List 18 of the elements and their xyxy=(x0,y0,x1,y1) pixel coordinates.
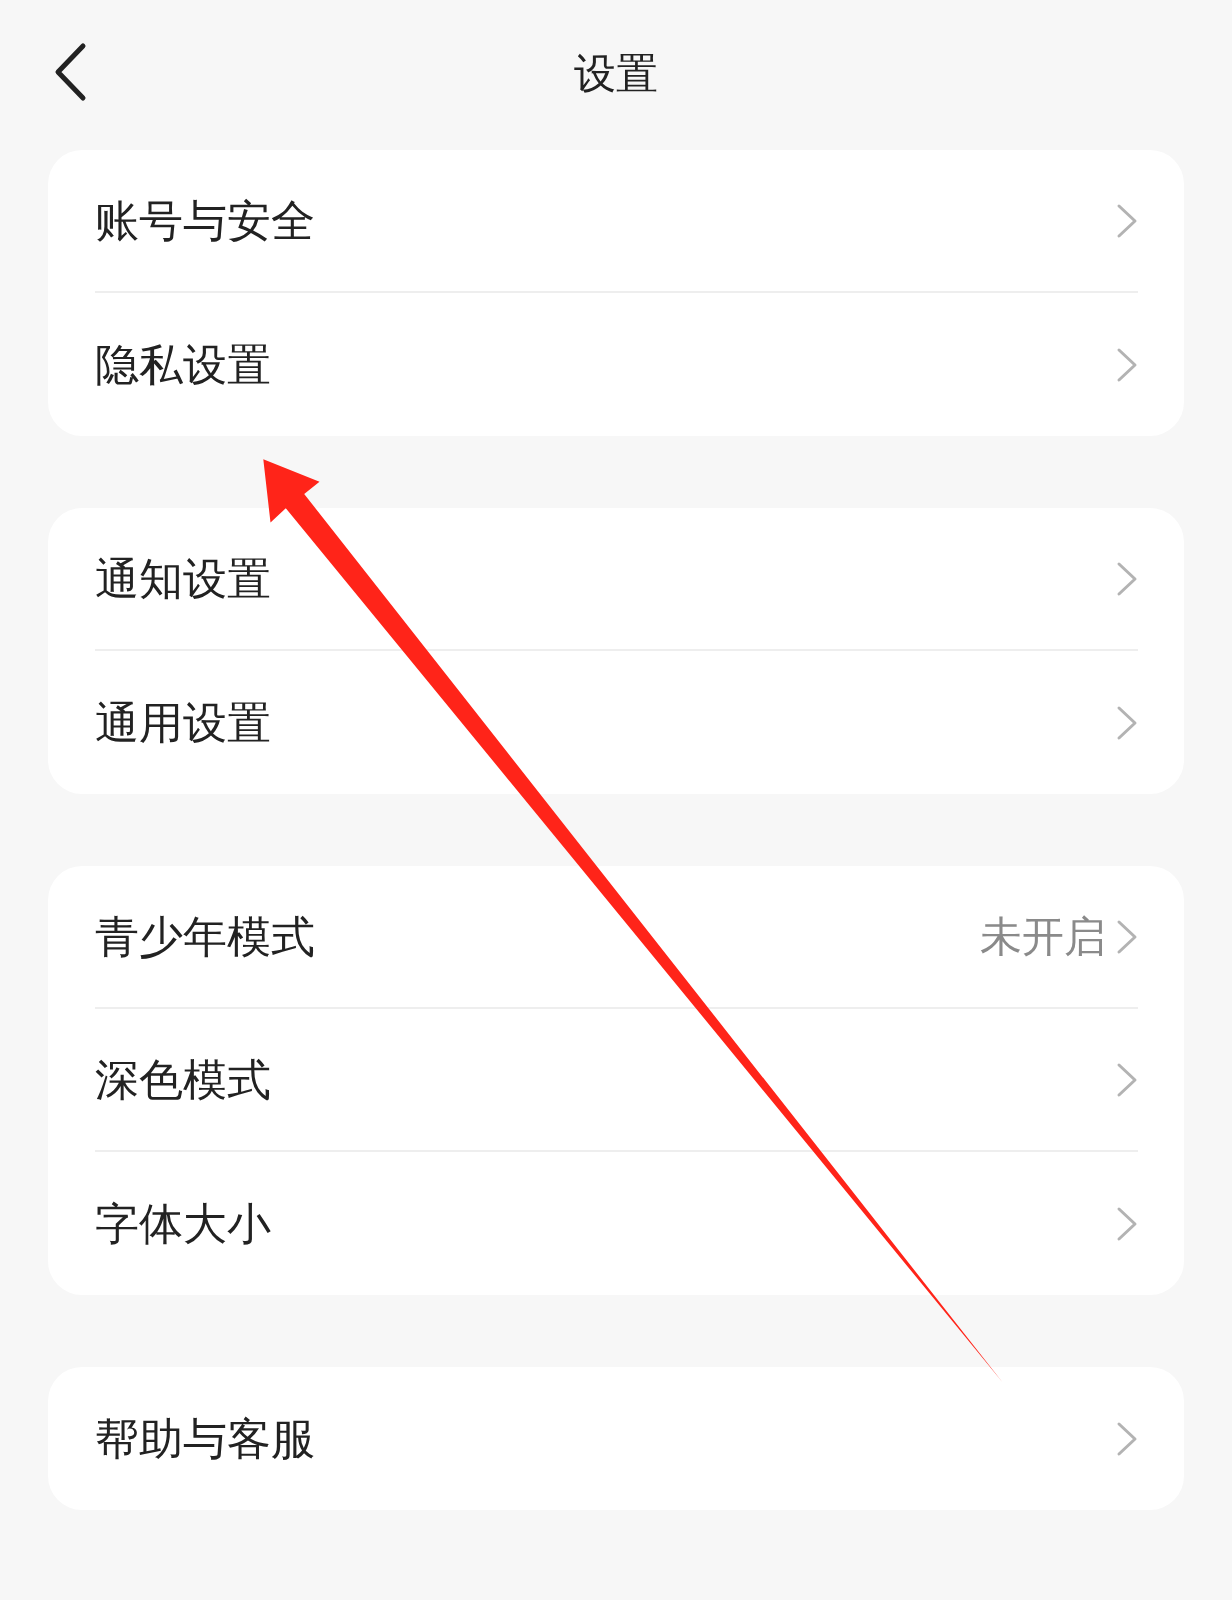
chevron-icon xyxy=(1116,202,1138,239)
settings-item[interactable]: 账号与安全 xyxy=(95,187,315,254)
settings-item[interactable]: 字体大小 xyxy=(95,1190,271,1257)
chevron-icon xyxy=(1116,560,1138,597)
status-value: 未开启 xyxy=(980,911,1106,963)
chevron-icon xyxy=(1116,1420,1138,1457)
settings-item[interactable]: 青少年模式 xyxy=(95,903,315,970)
settings-item[interactable]: 帮助与客服 xyxy=(95,1405,315,1472)
settings-item[interactable]: 深色模式 xyxy=(95,1046,271,1113)
settings-item[interactable]: 通知设置 xyxy=(95,545,271,612)
settings-item[interactable]: 通用设置 xyxy=(95,689,271,756)
chevron-icon xyxy=(1116,704,1138,741)
chevron-icon xyxy=(1116,1061,1138,1098)
chevron-icon xyxy=(1116,346,1138,383)
page-title: 设置 xyxy=(574,47,658,100)
chevron-icon xyxy=(1116,918,1138,955)
settings-item[interactable]: 隐私设置 xyxy=(95,331,271,398)
chevron-icon xyxy=(1116,1205,1138,1242)
